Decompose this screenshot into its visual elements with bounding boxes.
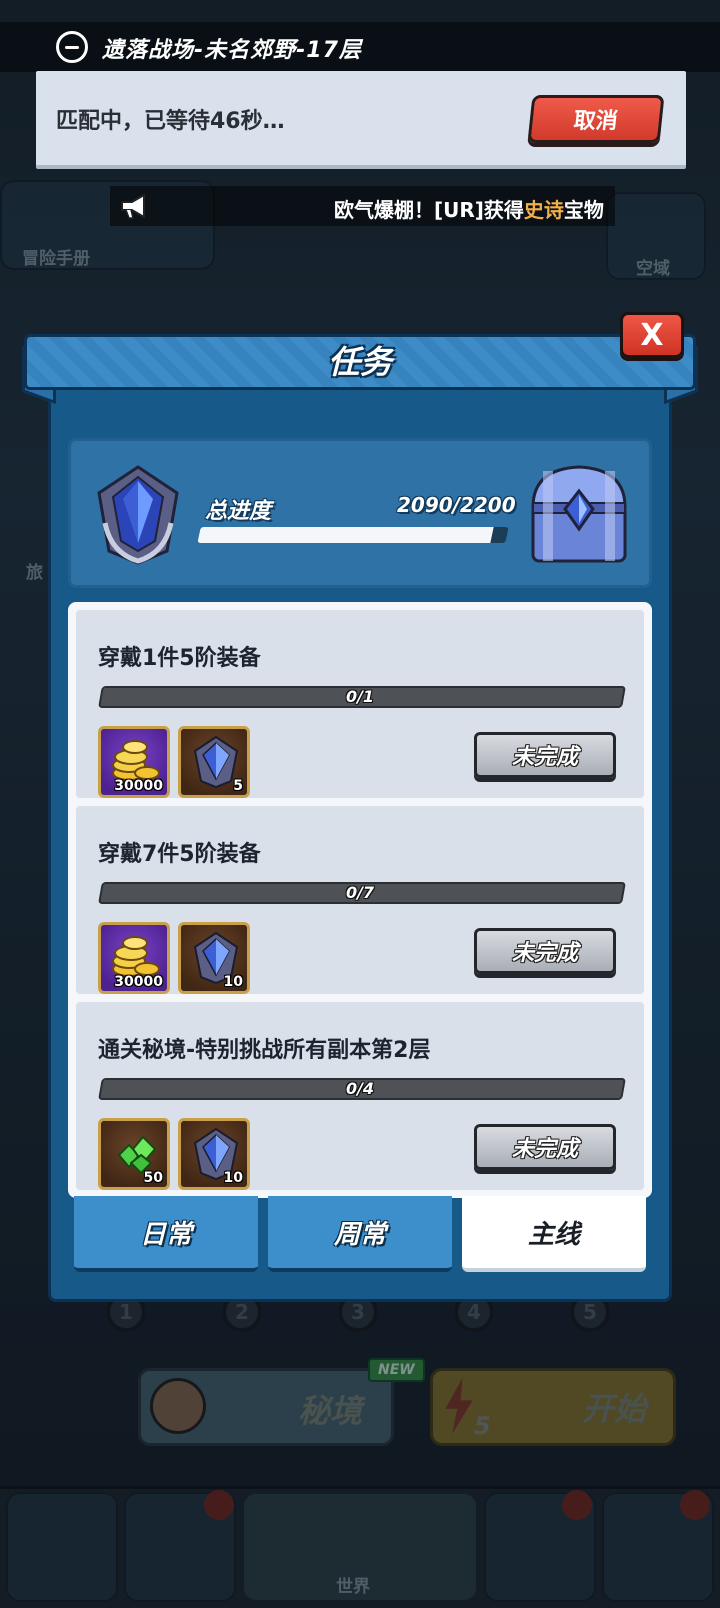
broadcast-ticker: 欧气爆棚！[UR]获得史诗宝物	[110, 186, 615, 226]
close-button[interactable]: X	[620, 312, 684, 358]
task-progress-count: 0/4	[345, 1079, 375, 1098]
reward-quantity: 10	[223, 974, 243, 990]
reward-quantity: 50	[143, 1170, 163, 1186]
reward-slot[interactable]: 30000	[98, 726, 170, 798]
reward-slot[interactable]: 10	[178, 922, 250, 994]
task-status-button[interactable]: 未完成	[474, 1124, 616, 1170]
broadcast-message: 欧气爆棚！[UR]获得史诗宝物	[334, 194, 614, 223]
total-progress-bar	[197, 527, 509, 543]
task-item: 通关秘境-特别挑战所有副本第2层 0/4 50 10 未完成	[76, 1002, 644, 1190]
crystal-emblem-icon	[97, 465, 179, 565]
total-progress-value: 2090/2200	[397, 493, 516, 517]
task-name: 穿戴1件5阶装备	[98, 646, 261, 671]
total-progress-label: 总进度	[205, 499, 272, 524]
broadcast-prefix: 欧气爆棚！[UR]获得	[334, 198, 524, 222]
task-name: 通关秘境-特别挑战所有副本第2层	[98, 1038, 431, 1063]
matchmaking-status-bar: 匹配中，已等待46秒… 取消	[36, 71, 686, 169]
stage-title: 遗落战场-未名郊野-17层	[102, 38, 362, 63]
exit-queue-icon[interactable]	[56, 31, 88, 63]
total-progress-fill	[197, 527, 494, 543]
matching-status-text: 匹配中，已等待46秒…	[56, 109, 285, 134]
task-progress-count: 0/1	[345, 687, 375, 706]
task-list[interactable]: 穿戴1件5阶装备 0/1 30000 5 未完成 穿戴7件5阶装备 0/7 30…	[68, 602, 652, 1198]
cancel-match-button[interactable]: 取消	[527, 95, 665, 143]
task-item: 穿戴7件5阶装备 0/7 30000 10 未完成	[76, 806, 644, 994]
broadcast-suffix: 宝物	[563, 198, 604, 222]
total-progress-card: 总进度 2090/2200	[68, 438, 652, 588]
tab-weekly[interactable]: 周常	[268, 1196, 452, 1272]
tab-main-quest[interactable]: 主线	[462, 1196, 646, 1272]
reward-slot[interactable]: 50	[98, 1118, 170, 1190]
reward-quantity: 10	[223, 1170, 243, 1186]
reward-quantity: 5	[233, 778, 243, 794]
task-item: 穿戴1件5阶装备 0/1 30000 5 未完成	[76, 610, 644, 798]
task-status-button[interactable]: 未完成	[474, 732, 616, 778]
task-progress-count: 0/7	[345, 883, 375, 902]
reward-slot[interactable]: 30000	[98, 922, 170, 994]
reward-slot[interactable]: 10	[178, 1118, 250, 1190]
broadcast-highlight: 史诗	[523, 198, 564, 222]
reward-quantity: 30000	[114, 778, 163, 794]
task-status-button[interactable]: 未完成	[474, 928, 616, 974]
task-name: 穿戴7件5阶装备	[98, 842, 261, 867]
reward-slot[interactable]: 5	[178, 726, 250, 798]
modal-title: 任务	[327, 343, 392, 381]
reward-quantity: 30000	[114, 974, 163, 990]
treasure-chest-icon[interactable]	[523, 457, 635, 569]
tab-daily[interactable]: 日常	[74, 1196, 258, 1272]
matchmaking-header: 遗落战场-未名郊野-17层	[0, 22, 720, 72]
megaphone-icon	[121, 193, 145, 219]
